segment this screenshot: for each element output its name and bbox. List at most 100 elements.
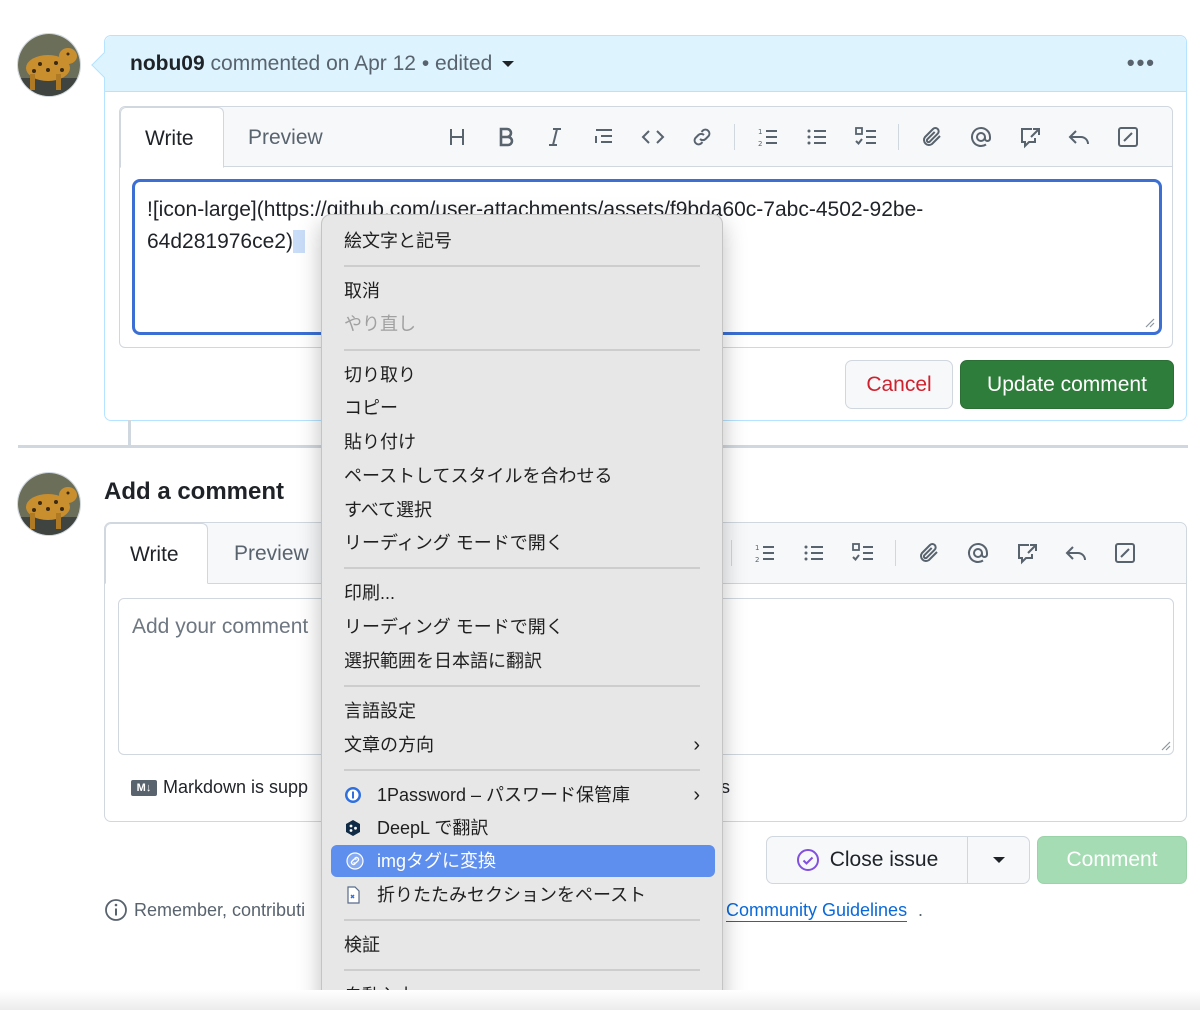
menu-item-reading-mode[interactable]: リーディング モードで開く xyxy=(322,611,722,643)
menu-item-inspect[interactable]: 検証 xyxy=(322,929,722,961)
menu-item-redo: やり直し xyxy=(344,314,416,334)
menu-separator xyxy=(344,919,700,921)
close-issue-button[interactable]: Close issue xyxy=(766,836,968,884)
menu-item-undo[interactable]: 取消 xyxy=(322,275,722,307)
menu-item-label: imgタグに変換 xyxy=(377,851,497,871)
markdown-icon: M↓ xyxy=(131,779,157,796)
unordered-list-icon[interactable] xyxy=(792,121,841,153)
comment-button[interactable]: Comment xyxy=(1037,836,1187,884)
resize-handle-icon[interactable] xyxy=(1143,316,1155,328)
chevron-right-icon: › xyxy=(693,734,700,756)
chevron-down-icon xyxy=(992,857,1005,863)
menu-item-emoji[interactable]: 絵文字と記号 xyxy=(322,225,722,257)
link-icon xyxy=(346,852,364,870)
tab-write[interactable]: Write xyxy=(120,107,224,168)
toolbar-divider xyxy=(898,124,899,150)
editor-tabbar: Write Preview 12 xyxy=(120,107,1172,168)
contribution-reminder: Remember, contributi xyxy=(104,898,305,922)
italic-icon[interactable] xyxy=(530,121,579,153)
reminder-text: Remember, contributi xyxy=(134,899,306,920)
menu-item-label: 折りたたみセクションをペースト xyxy=(377,885,647,905)
update-comment-button[interactable]: Update comment xyxy=(960,360,1174,409)
menu-item-paste-match-style[interactable]: ペーストしてスタイルを合わせる xyxy=(322,460,722,492)
menu-item-select-all[interactable]: すべて選択 xyxy=(322,494,722,526)
window-bottom-edge xyxy=(0,990,1200,1010)
tab-write[interactable]: Write xyxy=(105,523,208,584)
bold-icon[interactable] xyxy=(481,121,530,153)
timeline-connector xyxy=(128,420,131,446)
check-circle-icon xyxy=(796,849,819,871)
menu-item-label: DeepL で翻訳 xyxy=(377,818,489,838)
comment-author[interactable]: nobu09 xyxy=(130,52,205,75)
comment-header: nobu09 commented on Apr 12 • edited ••• xyxy=(91,36,1186,92)
menu-item-translate-selection[interactable]: 選択範囲を日本語に翻訳 xyxy=(322,645,722,677)
menu-item-label: 文章の方向 xyxy=(344,735,434,755)
menu-item-paste-folding-section[interactable]: 折りたたみセクションをペースト xyxy=(322,879,722,911)
menu-item-language-settings[interactable]: 言語設定 xyxy=(322,695,722,727)
svg-text:1: 1 xyxy=(758,128,762,136)
ordered-list-icon[interactable]: 12 xyxy=(740,537,789,569)
code-icon[interactable] xyxy=(628,121,677,153)
menu-item-label: 1Password – パスワード保管庫 xyxy=(377,785,631,805)
resize-handle-icon[interactable] xyxy=(1159,739,1171,751)
toolbar-divider xyxy=(895,540,896,566)
comment-action: commented on Apr 12 xyxy=(210,52,416,75)
menu-item-reading-mode[interactable]: リーディング モードで開く xyxy=(322,527,722,559)
avatar[interactable] xyxy=(17,33,81,97)
1password-icon xyxy=(344,786,362,804)
menu-item-1password[interactable]: 1Password – パスワード保管庫 › xyxy=(322,779,722,811)
menu-item-convert-img-tag[interactable]: imgタグに変換 xyxy=(331,845,715,877)
mention-icon[interactable] xyxy=(953,537,1002,569)
add-comment-heading: Add a comment xyxy=(104,478,285,505)
menu-separator xyxy=(344,265,700,267)
comment-meta: nobu09 commented on Apr 12 • edited xyxy=(130,52,515,76)
menu-item-deepl[interactable]: DeepL で翻訳 xyxy=(322,812,722,844)
menu-separator xyxy=(344,969,700,971)
menu-item-writing-direction[interactable]: 文章の方向 › xyxy=(322,729,722,761)
ordered-list-icon[interactable]: 12 xyxy=(743,121,792,153)
kebab-horizontal-icon[interactable]: ••• xyxy=(1127,50,1156,76)
menu-separator xyxy=(344,567,700,569)
toolbar-divider xyxy=(731,540,732,566)
markdown-note: M↓ Markdown is supp xyxy=(131,777,308,798)
formatting-toolbar: 12 xyxy=(723,537,1149,569)
tab-preview[interactable]: Preview xyxy=(210,523,333,584)
unordered-list-icon[interactable] xyxy=(789,537,838,569)
menu-item-copy[interactable]: コピー xyxy=(322,392,722,424)
close-issue-dropdown[interactable] xyxy=(967,836,1030,884)
menu-separator xyxy=(344,769,700,771)
mention-icon[interactable] xyxy=(956,121,1005,153)
paperclip-icon[interactable] xyxy=(907,121,956,153)
task-list-icon[interactable] xyxy=(838,537,887,569)
chevron-down-icon[interactable] xyxy=(502,61,515,68)
svg-text:2: 2 xyxy=(758,140,762,148)
cancel-button[interactable]: Cancel xyxy=(845,360,953,409)
fullscreen-icon[interactable] xyxy=(1103,121,1152,153)
info-icon xyxy=(105,899,127,921)
task-list-icon[interactable] xyxy=(841,121,890,153)
community-guidelines-link[interactable]: Community Guidelines xyxy=(726,900,908,922)
quote-icon[interactable] xyxy=(579,121,628,153)
fullscreen-icon[interactable] xyxy=(1100,537,1149,569)
heading-icon[interactable] xyxy=(432,121,481,153)
reply-icon[interactable] xyxy=(1051,537,1100,569)
chevron-right-icon: › xyxy=(693,784,700,806)
menu-separator xyxy=(344,685,700,687)
cross-reference-icon[interactable] xyxy=(1002,537,1051,569)
meta-separator: • xyxy=(421,52,430,75)
menu-separator xyxy=(344,349,700,351)
avatar[interactable] xyxy=(17,472,81,536)
toolbar-divider xyxy=(734,124,735,150)
paperclip-icon[interactable] xyxy=(904,537,953,569)
reply-icon[interactable] xyxy=(1054,121,1103,153)
tab-preview[interactable]: Preview xyxy=(224,107,347,168)
edited-dropdown[interactable]: edited xyxy=(435,52,492,75)
markdown-note-text[interactable]: Markdown is supp xyxy=(163,777,308,798)
menu-item-cut[interactable]: 切り取り xyxy=(322,359,722,391)
link-icon[interactable] xyxy=(677,121,726,153)
cross-reference-icon[interactable] xyxy=(1005,121,1054,153)
menu-item-print[interactable]: 印刷... xyxy=(322,577,722,609)
menu-item-paste[interactable]: 貼り付け xyxy=(322,426,722,458)
header-pointer xyxy=(91,52,117,78)
context-menu: 絵文字と記号 取消 やり直し 切り取り コピー 貼り付け ペーストしてスタイルを… xyxy=(321,214,723,1010)
